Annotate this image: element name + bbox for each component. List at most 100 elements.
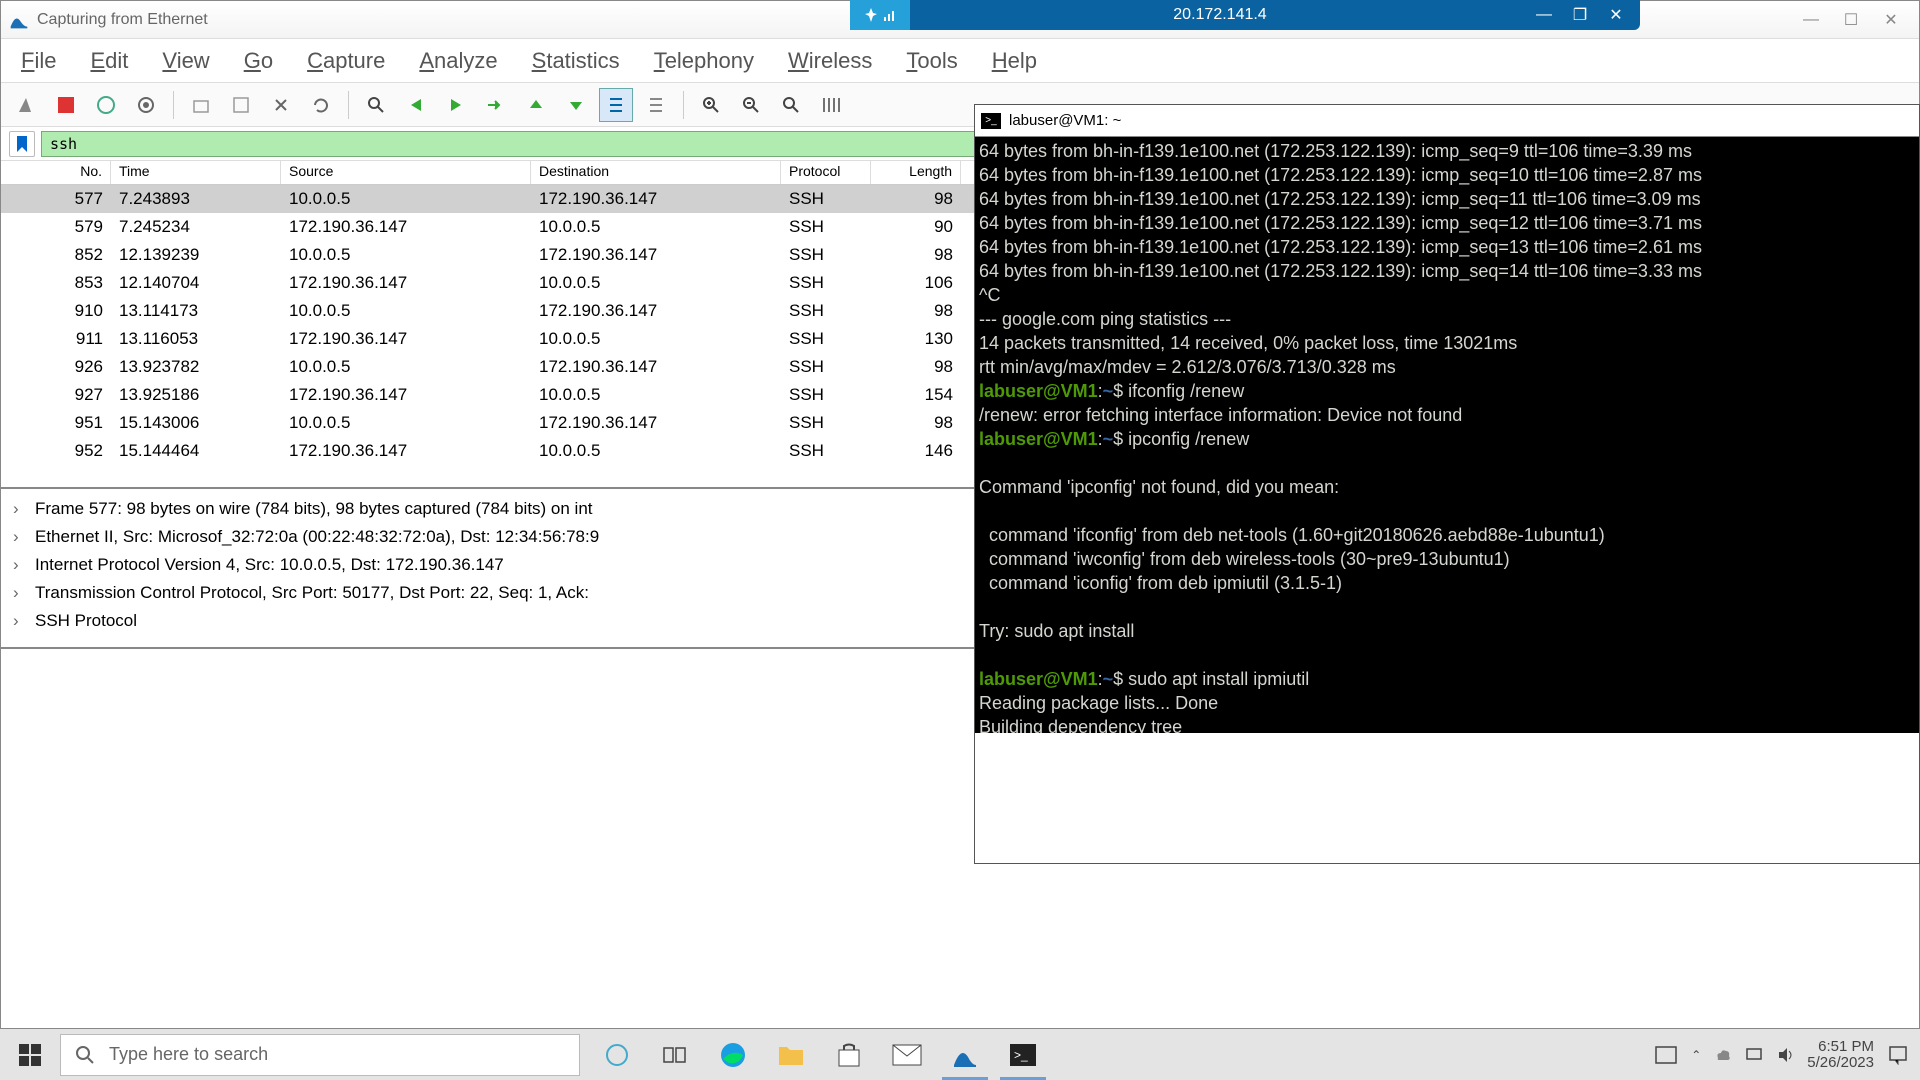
colorize-button[interactable] (639, 88, 673, 122)
save-button[interactable] (224, 88, 258, 122)
signal-icon (883, 8, 897, 22)
menu-go[interactable]: Go (244, 48, 273, 74)
network-icon[interactable] (1745, 1047, 1763, 1063)
col-protocol[interactable]: Protocol (781, 161, 871, 184)
rdp-restore-button[interactable]: ❐ (1566, 4, 1594, 26)
zoom-in-icon (702, 96, 720, 114)
goto-first-button[interactable] (519, 88, 553, 122)
reload-button[interactable] (304, 88, 338, 122)
wireshark-menubar: File Edit View Go Capture Analyze Statis… (1, 39, 1919, 83)
go-forward-button[interactable] (439, 88, 473, 122)
close-file-button[interactable] (264, 88, 298, 122)
col-no[interactable]: No. (1, 161, 111, 184)
menu-view[interactable]: View (162, 48, 209, 74)
menu-capture[interactable]: Capture (307, 48, 385, 74)
rdp-minimize-button[interactable]: — (1530, 4, 1558, 26)
folder-icon (777, 1043, 805, 1067)
menu-edit[interactable]: Edit (90, 48, 128, 74)
cortana-button[interactable] (588, 1029, 646, 1080)
keyboard-icon[interactable] (1655, 1046, 1677, 1064)
mail-app[interactable] (878, 1029, 936, 1080)
notifications-icon[interactable] (1888, 1045, 1908, 1065)
autoscroll-icon (606, 96, 626, 114)
menu-help[interactable]: Help (992, 48, 1037, 74)
menu-tools[interactable]: Tools (906, 48, 957, 74)
toolbar-separator (173, 91, 174, 119)
tray-chevron-up-icon[interactable]: ⌃ (1691, 1048, 1701, 1062)
svg-text:>_: >_ (1014, 1048, 1028, 1062)
edge-app[interactable] (704, 1029, 762, 1080)
terminal-title: labuser@VM1: ~ (1009, 109, 1121, 133)
chevron-right-icon: › (13, 495, 27, 523)
start-button[interactable] (0, 1029, 60, 1080)
terminal-titlebar[interactable]: >_ labuser@VM1: ~ (975, 105, 1919, 137)
autoscroll-button[interactable] (599, 88, 633, 122)
minimize-button[interactable]: — (1791, 5, 1831, 35)
restart-capture-button[interactable] (89, 88, 123, 122)
zoom-reset-button[interactable] (774, 88, 808, 122)
taskbar-search[interactable]: Type here to search (60, 1034, 580, 1076)
restart-icon (97, 96, 115, 114)
cortana-icon (604, 1042, 630, 1068)
chevron-right-icon: › (13, 579, 27, 607)
close-file-icon (272, 96, 290, 114)
menu-statistics[interactable]: Statistics (532, 48, 620, 74)
resize-columns-button[interactable] (814, 88, 848, 122)
search-placeholder: Type here to search (109, 1044, 268, 1065)
rdp-host-label: 20.172.141.4 (910, 6, 1530, 24)
wireshark-app[interactable] (936, 1029, 994, 1080)
zoom-out-icon (742, 96, 760, 114)
stop-capture-button[interactable] (49, 88, 83, 122)
terminal-icon: >_ (981, 113, 1001, 129)
goto-packet-button[interactable] (479, 88, 513, 122)
terminal-window[interactable]: >_ labuser@VM1: ~ 64 bytes from bh-in-f1… (974, 104, 1920, 864)
menu-telephony[interactable]: Telephony (654, 48, 754, 74)
search-icon (75, 1045, 95, 1065)
menu-file[interactable]: File (21, 48, 56, 74)
onedrive-icon[interactable] (1715, 1046, 1731, 1064)
taskbar-apps: >_ (588, 1029, 1052, 1080)
rdp-pin-section[interactable] (850, 0, 910, 30)
zoom-out-button[interactable] (734, 88, 768, 122)
capture-options-button[interactable] (129, 88, 163, 122)
arrow-right-icon (447, 96, 465, 114)
system-tray: ⌃ 6:51 PM 5/26/2023 (1643, 1039, 1920, 1071)
start-capture-button[interactable] (9, 88, 43, 122)
terminal-app[interactable]: >_ (994, 1029, 1052, 1080)
col-time[interactable]: Time (111, 161, 281, 184)
columns-icon (821, 96, 841, 114)
chevron-right-icon: › (13, 607, 27, 635)
colorize-icon (646, 96, 666, 114)
goto-last-button[interactable] (559, 88, 593, 122)
volume-icon[interactable] (1777, 1047, 1793, 1063)
task-view-icon (662, 1044, 688, 1066)
menu-wireless[interactable]: Wireless (788, 48, 872, 74)
save-icon (232, 96, 250, 114)
maximize-button[interactable]: ☐ (1831, 5, 1871, 35)
store-app[interactable] (820, 1029, 878, 1080)
explorer-app[interactable] (762, 1029, 820, 1080)
task-view-button[interactable] (646, 1029, 704, 1080)
rdp-close-button[interactable]: ✕ (1602, 4, 1630, 26)
col-source[interactable]: Source (281, 161, 531, 184)
store-icon (836, 1042, 862, 1068)
col-length[interactable]: Length (871, 161, 961, 184)
col-destination[interactable]: Destination (531, 161, 781, 184)
zoom-in-button[interactable] (694, 88, 728, 122)
shark-fin-icon (17, 96, 35, 114)
menu-analyze[interactable]: Analyze (419, 48, 497, 74)
go-back-button[interactable] (399, 88, 433, 122)
open-file-button[interactable] (184, 88, 218, 122)
rdp-connection-bar[interactable]: 20.172.141.4 — ❐ ✕ (850, 0, 1640, 30)
mail-icon (892, 1044, 922, 1066)
find-button[interactable] (359, 88, 393, 122)
filter-bookmark-button[interactable] (9, 131, 35, 157)
arrow-left-icon (407, 96, 425, 114)
bookmark-icon (15, 135, 29, 153)
close-button[interactable]: ✕ (1871, 5, 1911, 35)
tray-clock[interactable]: 6:51 PM 5/26/2023 (1807, 1039, 1874, 1071)
search-icon (367, 96, 385, 114)
clock-time: 6:51 PM (1807, 1039, 1874, 1055)
edge-icon (719, 1041, 747, 1069)
toolbar-separator (683, 91, 684, 119)
